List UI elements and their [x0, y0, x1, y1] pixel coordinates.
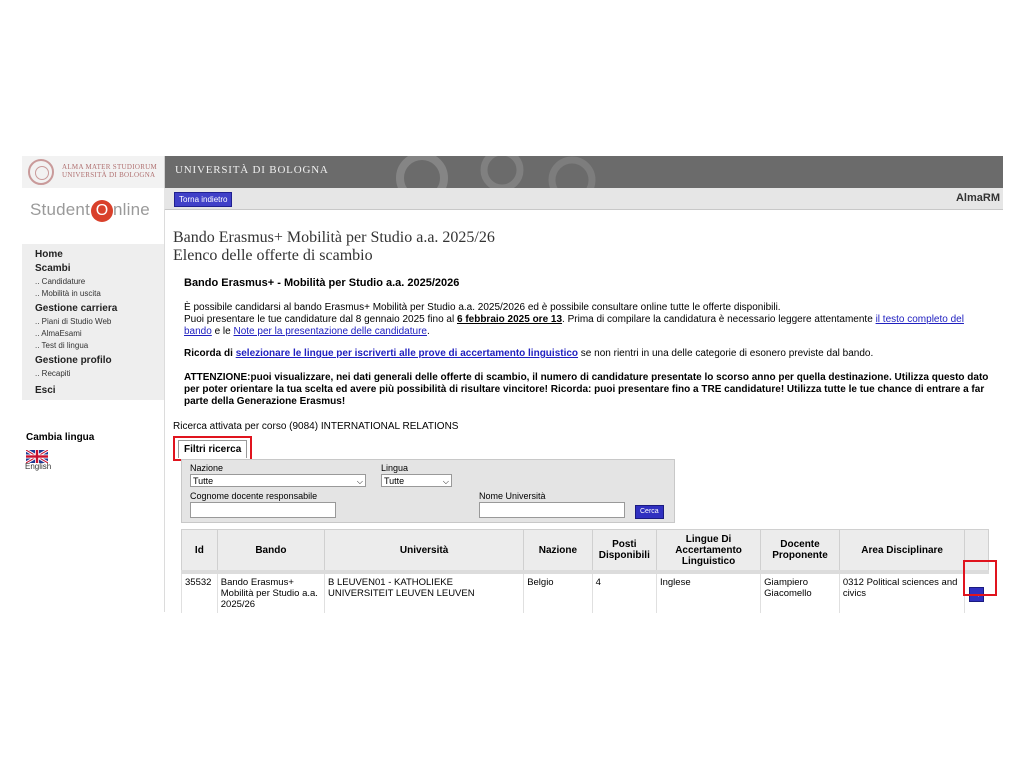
sidebar-item-candidature[interactable]: .. Candidature [22, 276, 164, 288]
cell-id: 35532 [181, 570, 218, 613]
cell-posti: 4 [591, 570, 657, 613]
offers-table: Id Bando Università Nazione Posti Dispon… [181, 529, 989, 613]
sidebar-nav: Home Scambi .. Candidature .. Mobilità i… [22, 244, 164, 400]
table-header-row: Id Bando Università Nazione Posti Dispon… [181, 529, 989, 573]
col-id[interactable]: Id [181, 529, 218, 573]
sub-toolbar: Torna indietro AlmaRM [164, 188, 1003, 210]
lingua-select[interactable]: Tutte ⌵ [381, 474, 452, 487]
sidebar-item-esci[interactable]: Esci [22, 383, 164, 398]
cell-nazione: Belgio [523, 570, 593, 613]
language-test-link[interactable]: selezionare le lingue per iscriverti all… [236, 348, 578, 359]
page-title: Bando Erasmus+ Mobilità per Studio a.a. … [173, 229, 495, 246]
english-language-link[interactable]: English [25, 462, 51, 471]
col-bando[interactable]: Bando [216, 529, 326, 573]
sidebar-item-recapiti[interactable]: .. Recapiti [22, 368, 164, 380]
bando-heading: Bando Erasmus+ - Mobilità per Studio a.a… [184, 277, 460, 289]
universita-input[interactable] [479, 502, 625, 518]
sidebar-item-piani[interactable]: .. Piani di Studio Web [22, 316, 164, 328]
col-lingue[interactable]: Lingue Di Accertamento Linguistico [655, 529, 762, 573]
cerca-button[interactable]: Cerca [635, 505, 664, 519]
logo-line-1: ALMA MATER STUDIORUM [62, 163, 158, 171]
docente-label: Cognome docente responsabile [190, 491, 318, 501]
active-search-text: Ricerca attivata per corso (9084) INTERN… [173, 421, 459, 432]
deadline-text: 6 febbraio 2025 ore 13 [456, 314, 563, 325]
page-subtitle: Elenco delle offerte di scambio [173, 247, 373, 264]
application-notes-link[interactable]: Note per la presentazione delle candidat… [234, 326, 427, 337]
banner-title: UNIVERSITÀ DI BOLOGNA [175, 164, 329, 176]
university-logo[interactable]: ALMA MATER STUDIORUM UNIVERSITÀ DI BOLOG… [22, 156, 165, 188]
top-banner: ALMA MATER STUDIORUM UNIVERSITÀ DI BOLOG… [22, 156, 1003, 188]
logo-line-2: UNIVERSITÀ DI BOLOGNA [62, 171, 156, 179]
sidebar-item-almaesami[interactable]: .. AlmaEsami [22, 328, 164, 340]
sidebar-item-test-lingua[interactable]: .. Test di lingua [22, 340, 164, 352]
nazione-label: Nazione [190, 463, 224, 473]
cell-bando: Bando Erasmus+ Mobilità per Studio a.a. … [216, 570, 325, 613]
sidebar-section-gestione-carriera: Gestione carriera [35, 303, 118, 314]
lingua-label: Lingua [381, 463, 409, 473]
studentonline-logo[interactable]: Student Online [30, 200, 150, 222]
chevron-down-icon: ⌵ [356, 477, 363, 486]
gears-decoration-icon [396, 156, 596, 188]
go-button-highlight [963, 560, 997, 596]
sidebar-section-gestione-profilo: Gestione profilo [35, 355, 112, 366]
filters-panel: Nazione Tutte ⌵ Lingua Tutte ⌵ Cognome doc… [181, 459, 675, 523]
language-reminder-paragraph: Ricorda di selezionare le lingue per isc… [184, 348, 874, 359]
sidebar-section-scambi: Scambi [35, 263, 71, 274]
cell-universita: B LEUVEN01 - KATHOLIEKE UNIVERSITEIT LEU… [323, 570, 524, 613]
table-row: 35532 Bando Erasmus+ Mobilità per Studio… [181, 570, 989, 613]
app-name: AlmaRM [955, 192, 1000, 204]
col-universita[interactable]: Università [323, 529, 525, 573]
bando-info-paragraph: È possibile candidarsi al bando Erasmus+… [184, 302, 964, 337]
docente-input[interactable] [190, 502, 336, 518]
sidebar-item-home[interactable]: Home [22, 248, 164, 262]
chevron-down-icon: ⌵ [442, 477, 449, 486]
col-nazione[interactable]: Nazione [523, 529, 593, 573]
universita-label: Nome Università [479, 491, 546, 501]
cell-area: 0312 Political sciences and civics [838, 570, 965, 613]
filters-tab-highlight [173, 436, 252, 461]
sidebar: Student Online Home Scambi .. Candidature… [22, 188, 164, 612]
col-posti[interactable]: Posti Disponibili [591, 529, 657, 573]
back-button[interactable]: Torna indietro [174, 192, 233, 207]
cell-lingue: Inglese [655, 570, 761, 613]
change-language-title: Cambia lingua [26, 432, 95, 443]
university-seal-icon [28, 159, 54, 185]
app-frame: ALMA MATER STUDIORUM UNIVERSITÀ DI BOLOG… [22, 156, 1004, 613]
col-area[interactable]: Area Disciplinare [838, 529, 966, 573]
cell-docente: Giampiero Giacomello [760, 570, 840, 613]
col-docente[interactable]: Docente Proponente [760, 529, 840, 573]
nazione-select[interactable]: Tutte ⌵ [190, 474, 366, 487]
main-content: Bando Erasmus+ Mobilità per Studio a.a. … [164, 209, 1004, 613]
attention-paragraph: ATTENZIONE:puoi visualizzare, nei dati g… [184, 372, 989, 407]
sidebar-item-mobilita[interactable]: .. Mobilità in uscita [22, 288, 164, 300]
